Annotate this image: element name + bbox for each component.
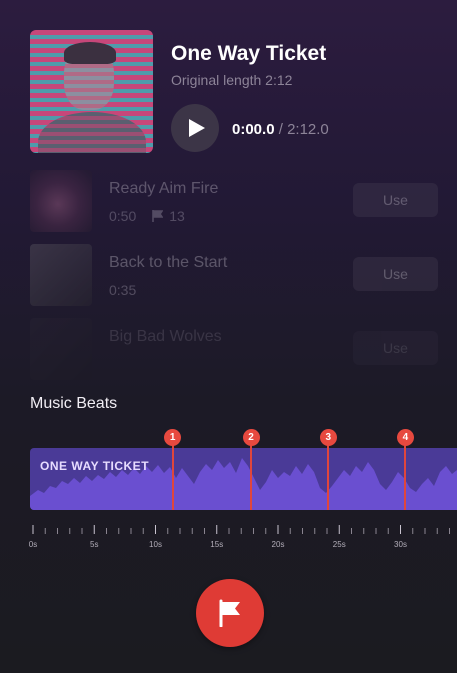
play-icon (189, 119, 205, 137)
play-button[interactable] (171, 104, 219, 152)
music-beats-label: Music Beats (30, 395, 118, 412)
track-duration: 0:35 (109, 282, 137, 298)
timeline-ruler[interactable]: 0s 5s 10s 15s 20s 25s 30s (0, 522, 457, 552)
beat-line[interactable] (171, 444, 174, 510)
track-duration: 0:50 (109, 208, 137, 224)
ruler-label: 5s (90, 540, 99, 549)
waveform[interactable]: ONE WAY TICKET (30, 448, 457, 510)
list-item[interactable]: Ready Aim Fire 0:50 13 Use (30, 170, 440, 232)
beat-line[interactable] (250, 444, 253, 510)
flag-icon (219, 599, 240, 627)
original-length: Original length 2:12 (171, 72, 293, 88)
ruler-label: 25s (332, 540, 346, 549)
ruler-label: 0s (28, 540, 38, 549)
track-name: Back to the Start (109, 254, 228, 271)
ruler-ticks (32, 525, 450, 534)
beat-marker[interactable]: 4 (396, 429, 414, 446)
flag-icon (152, 210, 164, 222)
track-thumbnail (30, 318, 92, 380)
ruler-label: 10s (149, 540, 162, 549)
beat-marker[interactable]: 2 (242, 429, 260, 446)
list-item[interactable]: Big Bad Wolves Use (30, 318, 440, 380)
track-name: Ready Aim Fire (109, 180, 219, 197)
current-time: 0:00.0 (232, 121, 275, 138)
use-button[interactable]: Use (353, 331, 438, 365)
use-button[interactable]: Use (353, 183, 438, 217)
track-meta: 0:50 13 (109, 208, 185, 224)
beat-line[interactable] (327, 444, 330, 510)
album-cover (30, 30, 153, 153)
now-playing-card: One Way Ticket Original length 2:12 0:00… (30, 30, 430, 154)
ruler-label: 30s (394, 540, 407, 549)
track-title: One Way Ticket (171, 42, 327, 65)
use-button[interactable]: Use (353, 257, 438, 291)
playback-time: 0:00.0 / 2:12.0 (232, 121, 329, 138)
list-item[interactable]: Back to the Start 0:35 Use (30, 244, 440, 306)
ruler-label: 20s (271, 540, 285, 549)
waveform-shape (30, 458, 457, 510)
track-thumbnail (30, 170, 92, 232)
time-separator: / (278, 121, 283, 138)
beat-marker[interactable]: 3 (319, 429, 337, 446)
add-beat-button[interactable] (196, 579, 264, 647)
beat-count: 13 (169, 208, 185, 224)
track-name: Big Bad Wolves (109, 328, 222, 345)
waveform-title: ONE WAY TICKET (40, 459, 150, 473)
track-thumbnail (30, 244, 92, 306)
track-meta: 0:35 (109, 282, 136, 298)
total-time: 2:12.0 (287, 121, 329, 138)
ruler-label: 15s (210, 540, 224, 549)
beat-line[interactable] (404, 444, 407, 510)
beat-marker[interactable]: 1 (164, 429, 182, 446)
